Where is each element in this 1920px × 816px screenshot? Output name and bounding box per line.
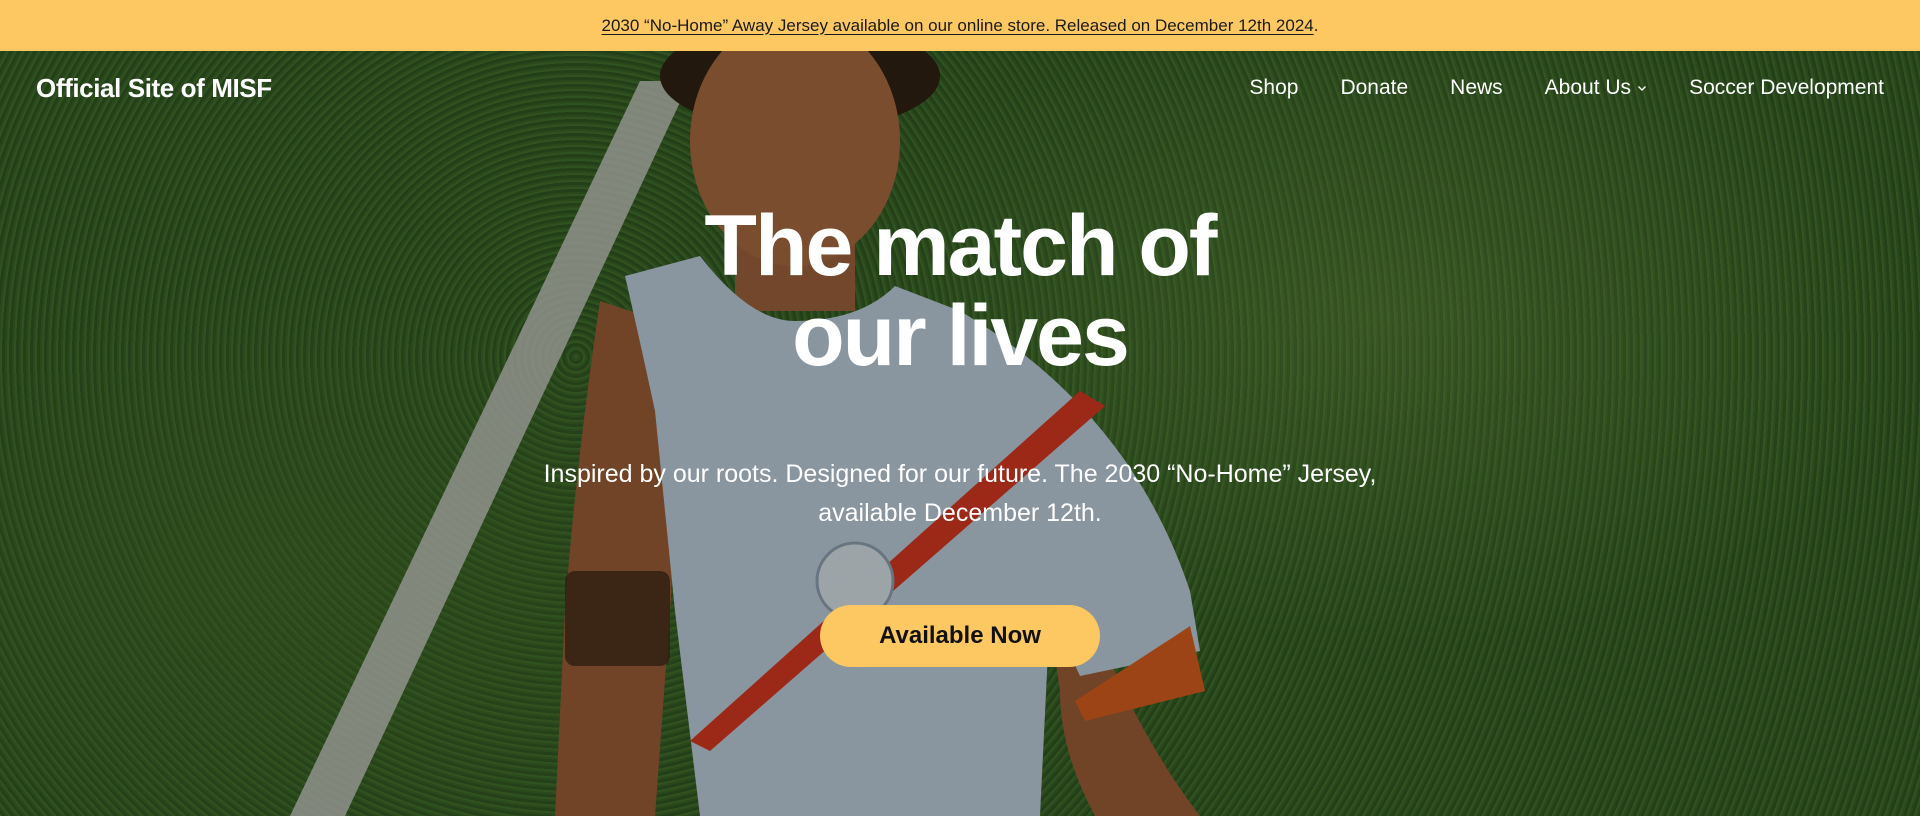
hero-title-line2: our lives bbox=[792, 288, 1130, 384]
nav-news[interactable]: News bbox=[1450, 76, 1503, 100]
nav-soccer-development[interactable]: Soccer Development bbox=[1689, 76, 1884, 100]
hero-title: The match of our lives bbox=[610, 201, 1310, 381]
hero-content: The match of our lives Inspired by our r… bbox=[0, 51, 1920, 816]
announcement-suffix: . bbox=[1313, 15, 1319, 35]
nav-donate[interactable]: Donate bbox=[1340, 76, 1408, 100]
hero-subtitle-line1: Inspired by our roots. Designed for our … bbox=[543, 460, 1377, 488]
hero-subtitle-line2: available December 12th. bbox=[818, 499, 1102, 527]
announcement-bar: 2030 “No-Home” Away Jersey available on … bbox=[0, 0, 1920, 51]
nav-shop[interactable]: Shop bbox=[1249, 76, 1298, 100]
nav-about-us[interactable]: About Us bbox=[1545, 76, 1647, 100]
site-header: Official Site of MISF Shop Donate News A… bbox=[0, 51, 1920, 125]
hero-title-line1: The match of bbox=[704, 198, 1217, 294]
nav-about-us-label: About Us bbox=[1544, 76, 1632, 99]
main-nav: Shop Donate News About Us Soccer Develop… bbox=[1249, 76, 1884, 100]
announcement-link[interactable]: 2030 “No-Home” Away Jersey available on … bbox=[602, 16, 1314, 36]
site-title[interactable]: Official Site of MISF bbox=[36, 73, 272, 104]
hero-subtitle: Inspired by our roots. Designed for our … bbox=[510, 455, 1410, 533]
available-now-button[interactable]: Available Now bbox=[820, 605, 1100, 667]
chevron-down-icon bbox=[1638, 86, 1647, 91]
